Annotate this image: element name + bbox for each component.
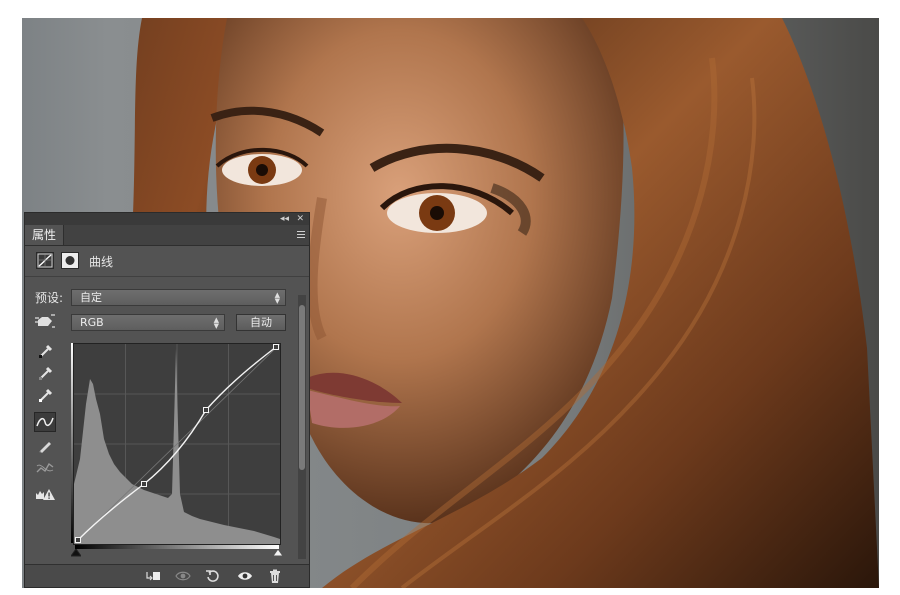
close-panel-button[interactable]: ✕ xyxy=(296,213,304,225)
view-previous-icon[interactable] xyxy=(175,568,191,584)
select-arrows-icon: ▲ ▼ xyxy=(274,291,280,305)
clipping-warning-icon[interactable] xyxy=(34,484,56,504)
eyedropper-black-icon[interactable] xyxy=(34,341,56,361)
adjustment-header: 曲线 xyxy=(25,246,309,277)
black-point-slider-icon[interactable] xyxy=(71,549,81,557)
white-point-slider-icon[interactable] xyxy=(273,549,283,557)
curves-graph-svg xyxy=(73,343,281,545)
curve-point xyxy=(75,537,81,543)
curve-point xyxy=(273,344,279,350)
curves-graph[interactable] xyxy=(73,343,281,545)
curves-adjustment-icon[interactable] xyxy=(36,252,54,269)
panel-scrollbar[interactable] xyxy=(298,295,306,559)
curve-point xyxy=(141,481,147,487)
panel-bottom-bar xyxy=(25,564,309,587)
tab-properties[interactable]: 属性 xyxy=(25,225,64,245)
panel-tab-row: 属性 xyxy=(25,225,309,246)
clip-to-layer-icon[interactable] xyxy=(145,568,161,584)
preset-label: 预设: xyxy=(35,291,64,305)
adjustment-title: 曲线 xyxy=(89,255,114,269)
delete-icon[interactable] xyxy=(267,568,283,584)
select-arrows-icon: ▲ ▼ xyxy=(213,316,219,330)
panel-menu-icon[interactable] xyxy=(293,229,305,239)
layer-mask-icon[interactable] xyxy=(61,252,79,269)
preset-select[interactable]: 自定 ▲ ▼ xyxy=(71,289,286,306)
auto-button[interactable]: 自动 xyxy=(236,314,286,331)
properties-panel: ◂◂ ✕ 属性 曲线 预设: 自定 ▲ ▼ RGB ▲ ▼ 自动 xyxy=(24,212,310,588)
channel-value: RGB xyxy=(80,316,104,329)
curve-point-tool-icon[interactable] xyxy=(34,412,56,432)
input-gradient-bar xyxy=(75,545,279,549)
smooth-icon[interactable] xyxy=(34,458,56,478)
visibility-icon[interactable] xyxy=(237,568,253,584)
eyedropper-gray-icon[interactable] xyxy=(34,363,56,383)
preset-value: 自定 xyxy=(80,291,102,304)
collapse-panel-button[interactable]: ◂◂ xyxy=(280,213,289,225)
pencil-icon[interactable] xyxy=(34,435,56,455)
eyedropper-white-icon[interactable] xyxy=(34,385,56,405)
on-image-adjust-icon[interactable] xyxy=(34,312,56,332)
reset-icon[interactable] xyxy=(205,568,221,584)
scrollbar-thumb[interactable] xyxy=(299,305,305,470)
curve-point xyxy=(203,407,209,413)
channel-select[interactable]: RGB ▲ ▼ xyxy=(71,314,225,331)
